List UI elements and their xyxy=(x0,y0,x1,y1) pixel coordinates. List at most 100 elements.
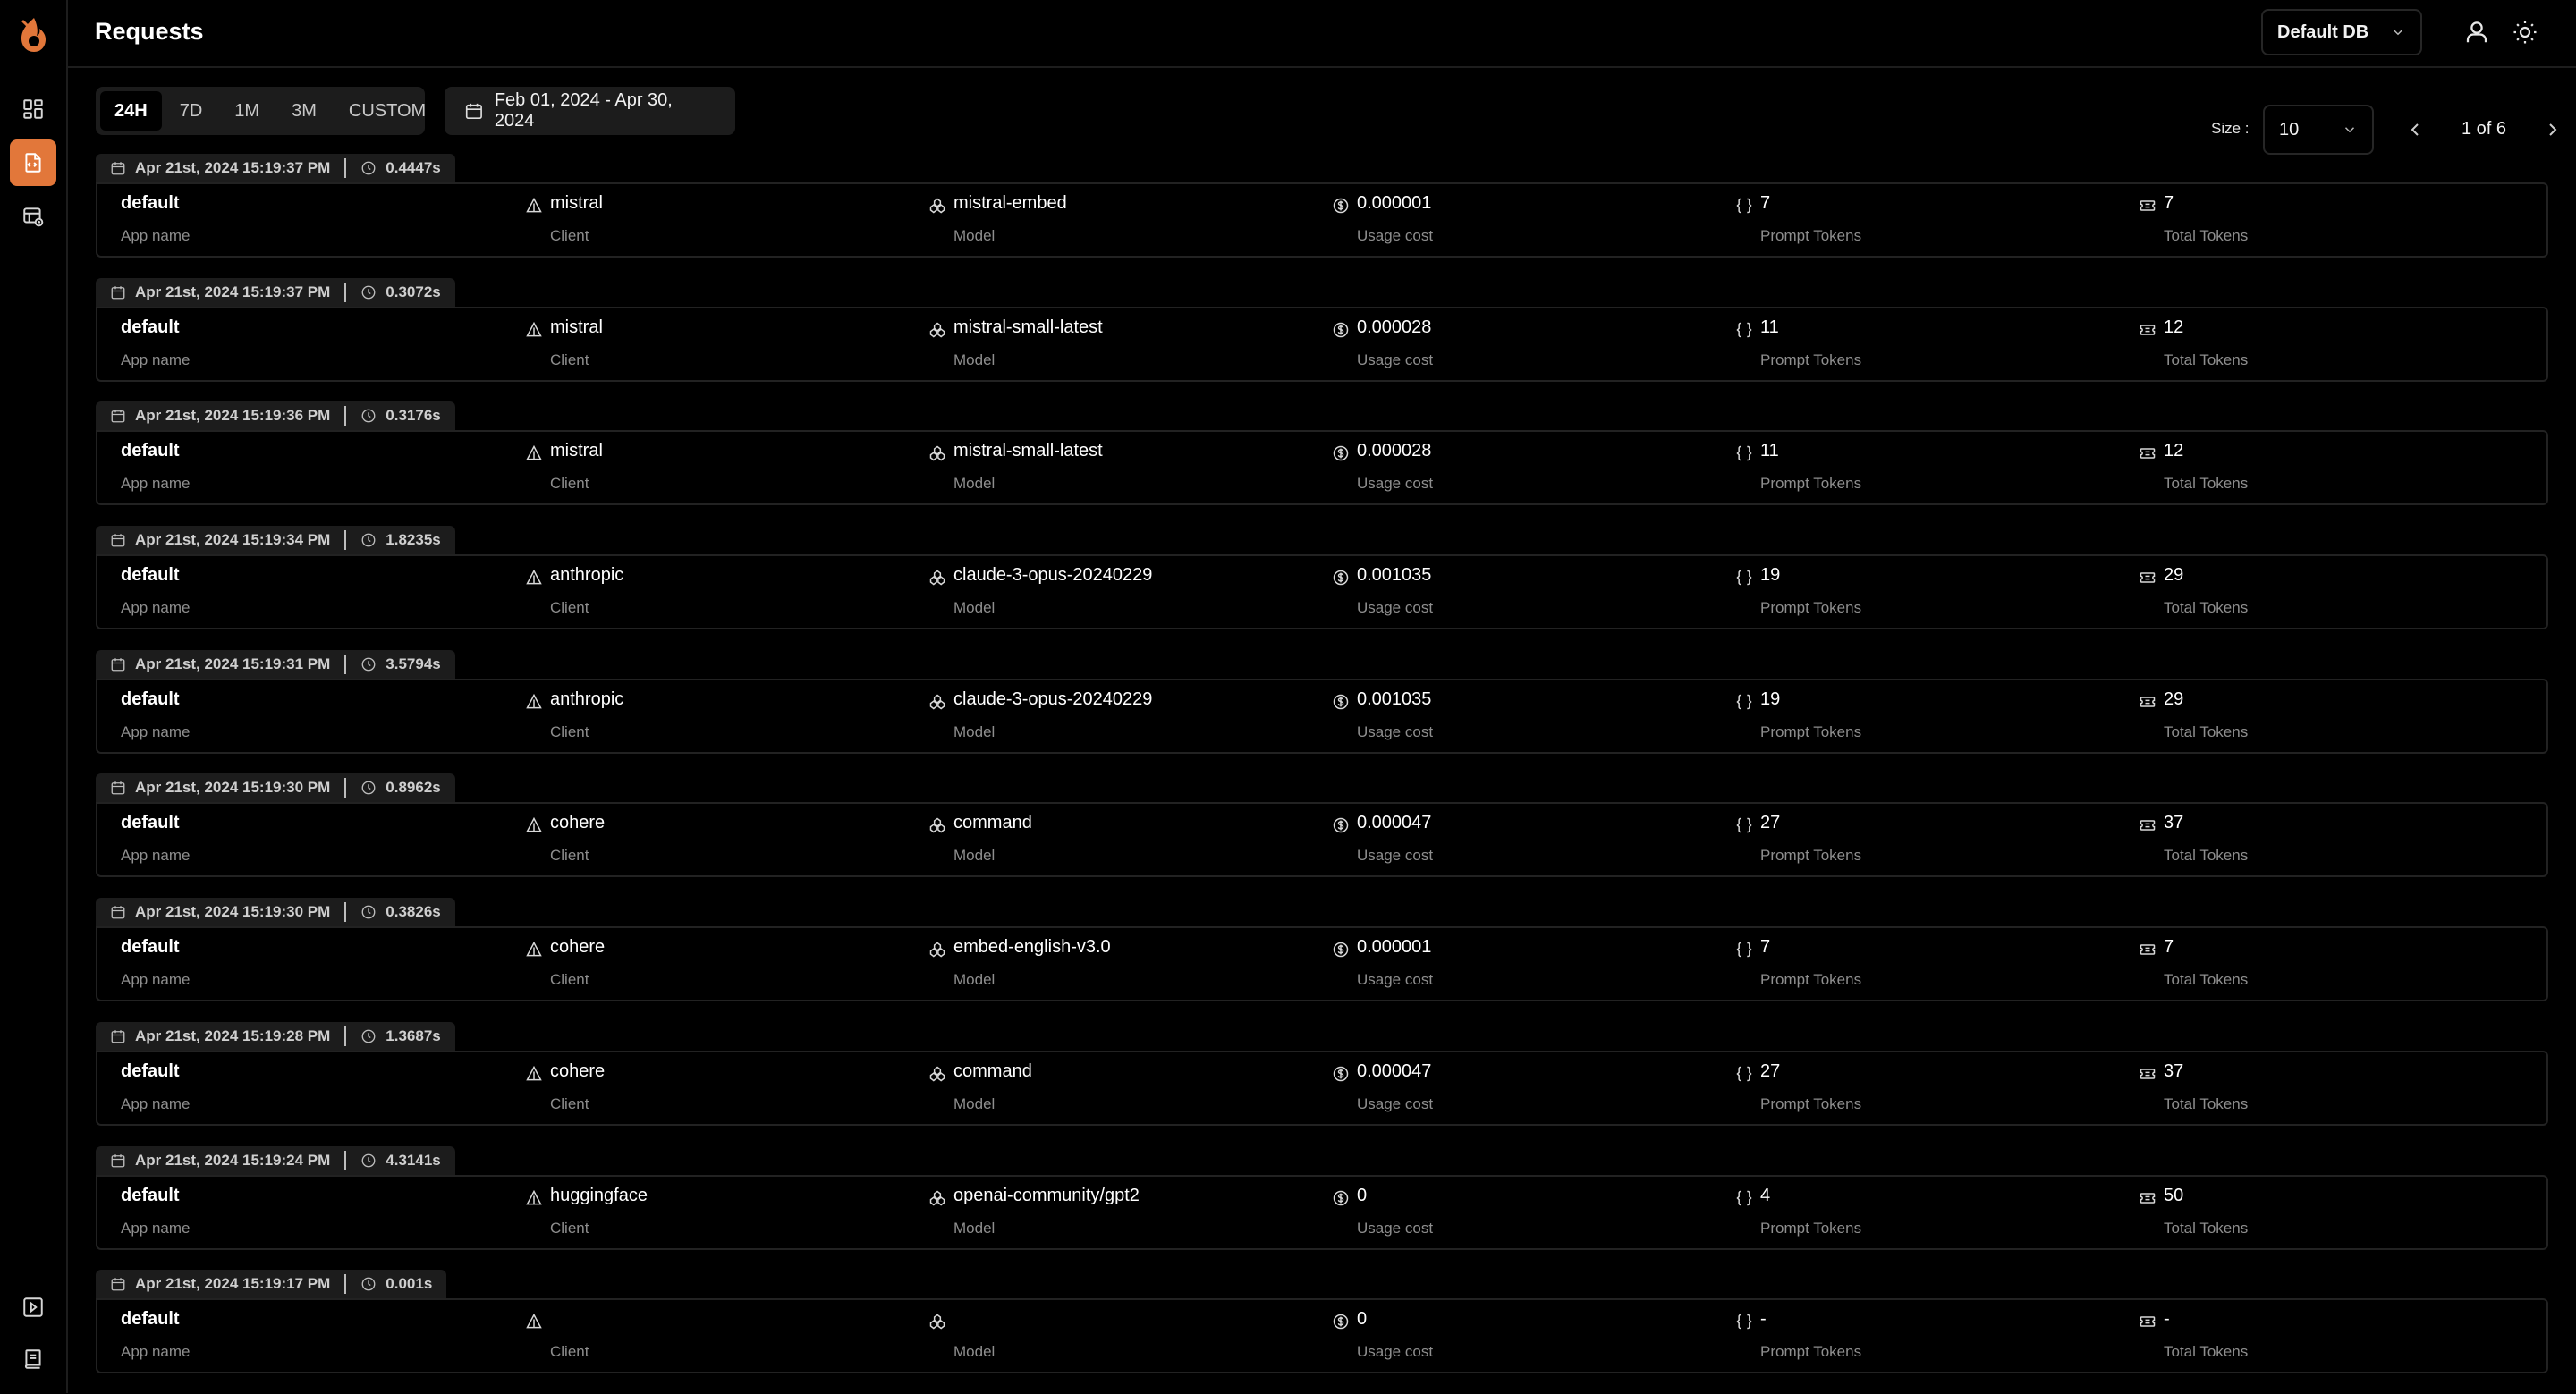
tab-custom[interactable]: CUSTOM xyxy=(335,91,440,131)
request-timestamp: Apr 21st, 2024 15:19:30 PM xyxy=(135,779,331,797)
dollar-icon xyxy=(1333,322,1349,337)
client-label: Client xyxy=(550,971,589,989)
request-item[interactable]: Apr 21st, 2024 15:19:37 PM 0.3072s defau… xyxy=(96,277,2548,402)
divider xyxy=(344,1274,347,1295)
request-list: Apr 21st, 2024 15:19:37 PM 0.4447s defau… xyxy=(96,154,2548,1394)
prompt-tokens-value: 4 xyxy=(1760,1185,1771,1205)
request-item[interactable]: Apr 21st, 2024 15:19:17 PM 0.001s defaul… xyxy=(96,1270,2548,1394)
sidebar-item-docs[interactable] xyxy=(10,1336,56,1382)
total-tokens-value: 37 xyxy=(2164,1060,2184,1081)
braces-icon xyxy=(1736,942,1752,958)
request-card[interactable]: default App name cohere Client command M… xyxy=(96,802,2548,878)
model-icon xyxy=(929,198,945,214)
tab-7d[interactable]: 7D xyxy=(165,91,217,131)
app-name-value: default xyxy=(121,1060,180,1081)
sidebar-item-playground[interactable] xyxy=(10,1284,56,1331)
tab-3m[interactable]: 3M xyxy=(277,91,331,131)
app-name-value: default xyxy=(121,1309,180,1330)
total-tokens-value: 29 xyxy=(2164,689,2184,709)
request-card[interactable]: default App name mistral Client mistral-… xyxy=(96,430,2548,506)
database-select-value: Default DB xyxy=(2277,21,2369,42)
sidebar-item-dashboard[interactable] xyxy=(10,86,56,132)
clock-icon xyxy=(361,905,376,919)
sidebar-item-requests[interactable] xyxy=(10,139,56,186)
next-page-icon[interactable] xyxy=(2542,119,2563,140)
request-timestamp: Apr 21st, 2024 15:19:28 PM xyxy=(135,1026,331,1044)
ticket-icon xyxy=(2140,324,2156,335)
request-item[interactable]: Apr 21st, 2024 15:19:30 PM 0.3826s defau… xyxy=(96,898,2548,1022)
cost-cell: 0 Usage cost xyxy=(1332,1177,1725,1248)
database-icon xyxy=(23,207,44,227)
page-size-select[interactable]: 10 xyxy=(2263,105,2374,155)
request-card[interactable]: default App name anthropic Client claude… xyxy=(96,554,2548,630)
prompt-tokens-cell: 19 Prompt Tokens xyxy=(1735,680,2129,752)
tab-1m[interactable]: 1M xyxy=(220,91,274,131)
request-card[interactable]: default App name mistral Client mistral-… xyxy=(96,306,2548,382)
request-timestamp: Apr 21st, 2024 15:19:37 PM xyxy=(135,159,331,176)
previous-page-icon[interactable] xyxy=(2404,119,2426,140)
dollar-icon xyxy=(1333,1190,1349,1205)
request-item[interactable]: Apr 21st, 2024 15:19:28 PM 1.3687s defau… xyxy=(96,1021,2548,1146)
usage-cost-label: Usage cost xyxy=(1357,351,1434,368)
request-card[interactable]: default App name cohere Client embed-eng… xyxy=(96,926,2548,1002)
braces-icon xyxy=(1736,1066,1752,1082)
total-tokens-cell: 12 Total Tokens xyxy=(2139,308,2532,380)
braces-icon xyxy=(1736,570,1752,586)
request-latency: 1.8235s xyxy=(386,531,441,549)
request-item[interactable]: Apr 21st, 2024 15:19:34 PM 1.8235s defau… xyxy=(96,526,2548,650)
logo-icon[interactable] xyxy=(16,14,50,54)
client-value: anthropic xyxy=(550,689,624,709)
client-label: Client xyxy=(550,1094,589,1112)
model-label: Model xyxy=(953,227,996,244)
request-meta: Apr 21st, 2024 15:19:30 PM 0.8962s xyxy=(96,773,455,803)
total-tokens-label: Total Tokens xyxy=(2164,227,2249,244)
app-name-label: App name xyxy=(121,971,191,989)
usage-cost-label: Usage cost xyxy=(1357,971,1434,989)
total-tokens-value: 50 xyxy=(2164,1185,2184,1205)
request-item[interactable]: Apr 21st, 2024 15:19:24 PM 4.3141s defau… xyxy=(96,1145,2548,1271)
request-item[interactable]: Apr 21st, 2024 15:19:37 PM 0.4447s defau… xyxy=(96,154,2548,278)
model-value: embed-english-v3.0 xyxy=(953,937,1111,958)
sun-icon[interactable] xyxy=(2512,19,2538,46)
ticket-icon xyxy=(2140,1192,2156,1204)
date-range-picker[interactable]: Feb 01, 2024 - Apr 30, 2024 xyxy=(445,87,735,135)
model-value: command xyxy=(953,1060,1032,1081)
model-icon xyxy=(929,694,945,710)
client-cell: mistral Client xyxy=(525,184,919,256)
app-name-value: default xyxy=(121,1185,180,1205)
request-card[interactable]: default App name huggingface Client open… xyxy=(96,1174,2548,1250)
total-tokens-value: 12 xyxy=(2164,441,2184,461)
request-card[interactable]: default App name cohere Client command M… xyxy=(96,1050,2548,1126)
request-meta: Apr 21st, 2024 15:19:17 PM 0.001s xyxy=(96,1270,447,1299)
sidebar-item-database[interactable] xyxy=(10,193,56,240)
prompt-tokens-cell: 19 Prompt Tokens xyxy=(1735,556,2129,628)
request-item[interactable]: Apr 21st, 2024 15:19:36 PM 0.3176s defau… xyxy=(96,401,2548,526)
calendar-icon xyxy=(465,103,482,120)
prompt-tokens-value: 27 xyxy=(1760,1060,1781,1081)
model-label: Model xyxy=(953,599,996,617)
request-meta: Apr 21st, 2024 15:19:31 PM 3.5794s xyxy=(96,649,455,679)
total-tokens-value: 37 xyxy=(2164,813,2184,833)
cost-cell: 0.000028 Usage cost xyxy=(1332,432,1725,503)
client-value: cohere xyxy=(550,1060,606,1081)
request-card[interactable]: default App name anthropic Client claude… xyxy=(96,678,2548,754)
cost-cell: 0.001035 Usage cost xyxy=(1332,556,1725,628)
request-card[interactable]: default App name mistral Client mistral-… xyxy=(96,182,2548,258)
database-select[interactable]: Default DB xyxy=(2261,9,2422,55)
request-item[interactable]: Apr 21st, 2024 15:19:30 PM 0.8962s defau… xyxy=(96,773,2548,898)
total-tokens-label: Total Tokens xyxy=(2164,722,2249,740)
user-icon[interactable] xyxy=(2463,19,2490,46)
request-card[interactable]: default App name Client Model 0 Usage co… xyxy=(96,1298,2548,1374)
total-tokens-cell: 37 Total Tokens xyxy=(2139,1052,2532,1124)
usage-cost-value: 0.000028 xyxy=(1357,317,1432,337)
app-name-value: default xyxy=(121,317,180,337)
clock-icon xyxy=(361,161,376,175)
prompt-tokens-cell: 7 Prompt Tokens xyxy=(1735,184,2129,256)
client-label: Client xyxy=(550,227,589,244)
request-item[interactable]: Apr 21st, 2024 15:19:31 PM 3.5794s defau… xyxy=(96,649,2548,774)
total-tokens-label: Total Tokens xyxy=(2164,847,2249,865)
tab-24h[interactable]: 24H xyxy=(100,91,162,131)
prompt-tokens-label: Prompt Tokens xyxy=(1760,722,1862,740)
calendar-icon xyxy=(111,1153,125,1167)
divider xyxy=(344,1150,347,1170)
